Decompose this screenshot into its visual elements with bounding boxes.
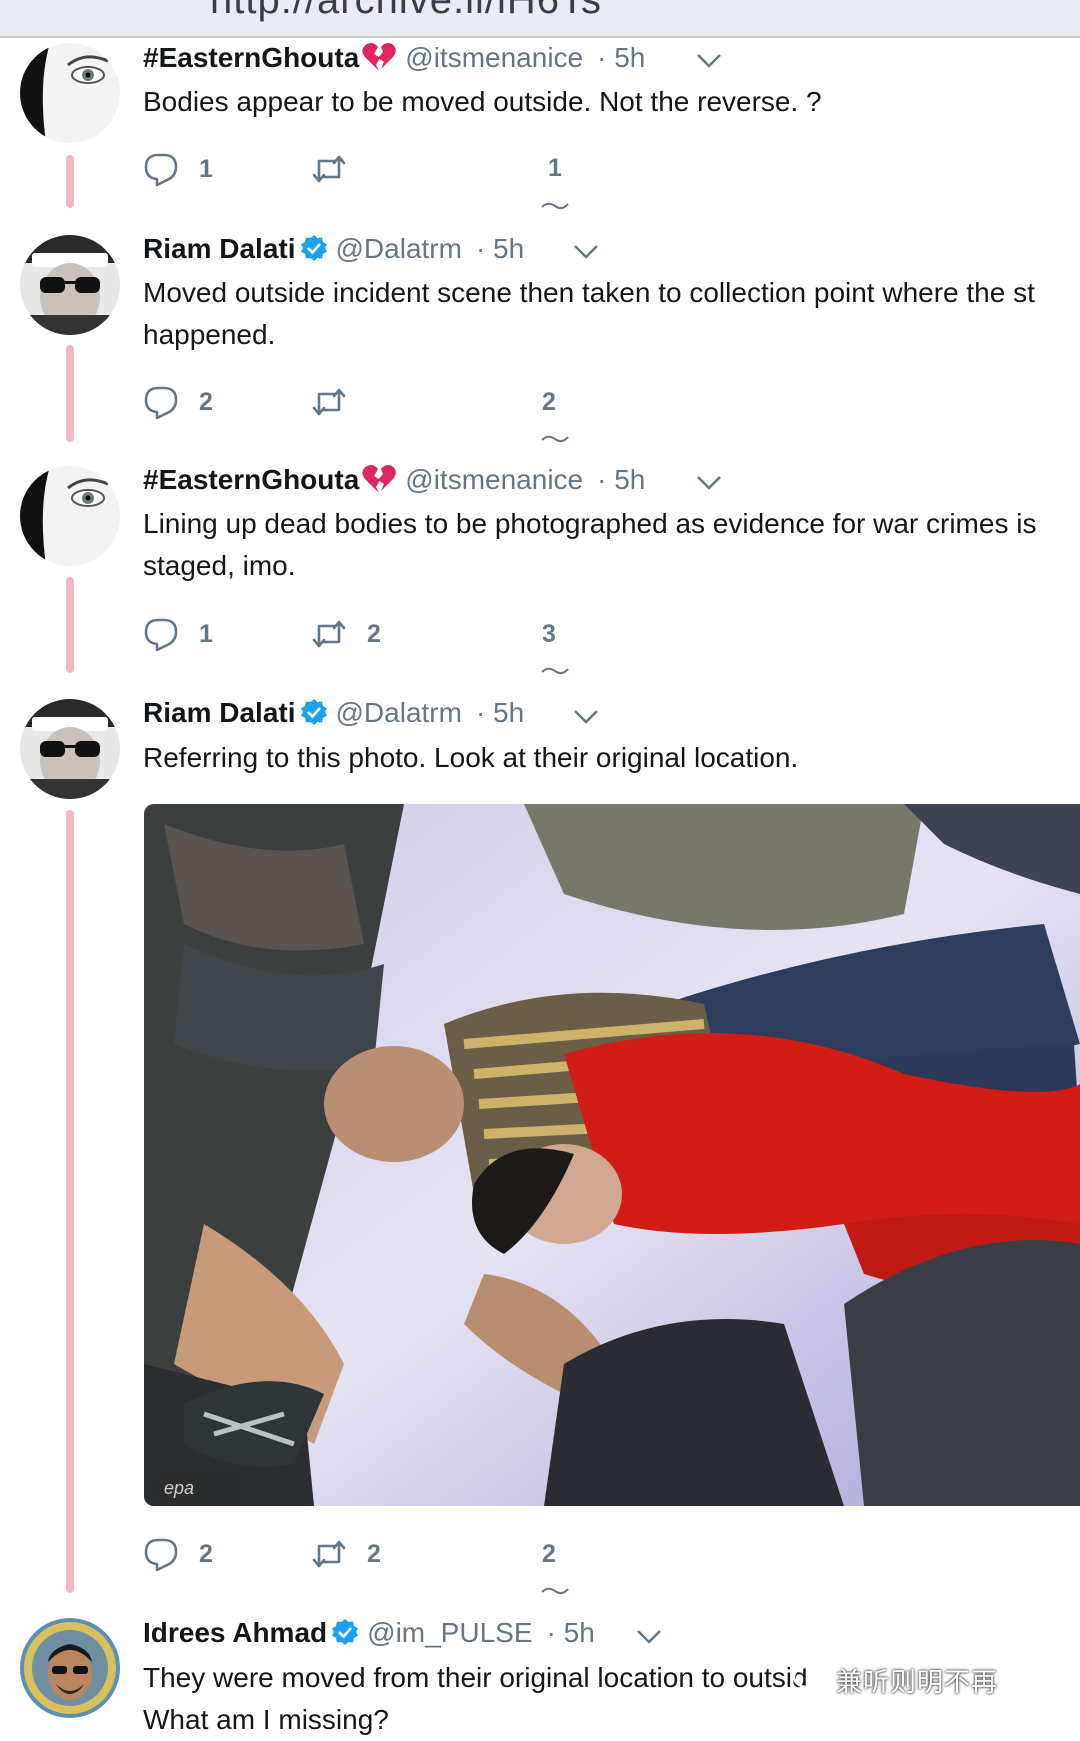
chevron-down-icon[interactable] xyxy=(696,53,722,69)
tweet-text: Lining up dead bodies to be photographed… xyxy=(143,508,1037,581)
handle[interactable]: @itsmenanice xyxy=(405,42,583,73)
watermark: 兼听则明不再 xyxy=(836,1667,999,1697)
verified-badge-icon xyxy=(300,235,327,261)
display-name[interactable]: #EasternGhouta xyxy=(143,464,359,495)
chevron-down-icon[interactable] xyxy=(636,1629,662,1645)
like-icon xyxy=(541,202,569,210)
wechat-icon xyxy=(792,1665,832,1694)
tweet-header: Riam Dalati @Dalatrm · 5h xyxy=(143,231,524,267)
retweet-icon xyxy=(312,388,346,416)
verified-badge-icon xyxy=(332,1619,359,1645)
photo-credit: epa xyxy=(164,1478,194,1498)
retweet-count: 2 xyxy=(367,1539,381,1568)
tweet-text: Referring to this photo. Look at their o… xyxy=(143,742,799,773)
thread-line xyxy=(66,155,74,208)
broken-heart-icon xyxy=(362,465,397,493)
retweet-button[interactable] xyxy=(311,149,367,189)
like-count[interactable]: 2 xyxy=(534,388,564,417)
handle[interactable]: @im_PULSE xyxy=(367,1617,532,1648)
tweet-header: Idrees Ahmad @im_PULSE · 5h xyxy=(143,1615,595,1651)
reply-icon xyxy=(144,618,178,652)
retweet-icon xyxy=(312,620,346,648)
thread-line xyxy=(66,345,74,442)
timestamp[interactable]: · 5h xyxy=(547,1617,595,1648)
like-count[interactable]: 2 xyxy=(534,1540,564,1569)
url-text: http://archive.li/lH6Ts xyxy=(210,0,603,22)
like-icon xyxy=(541,435,569,443)
chevron-down-icon[interactable] xyxy=(573,709,599,725)
tweet-photo[interactable]: epa xyxy=(144,804,1080,1506)
timestamp[interactable]: · 5h xyxy=(597,464,645,495)
tweet-actions: 1 2 xyxy=(143,614,643,654)
thread-line xyxy=(66,810,74,1593)
handle[interactable]: @Dalatrm xyxy=(336,233,462,264)
tweet-header: Riam Dalati @Dalatrm · 5h xyxy=(143,695,524,731)
timestamp[interactable]: · 5h xyxy=(597,42,645,73)
timestamp[interactable]: · 5h xyxy=(476,697,524,728)
retweet-button[interactable]: 2 xyxy=(311,614,381,654)
like-count[interactable]: 3 xyxy=(534,620,564,649)
avatar[interactable] xyxy=(20,699,120,799)
reply-count: 1 xyxy=(199,154,213,183)
url-bar[interactable]: http://archive.li/lH6Ts xyxy=(0,0,1080,38)
reply-count: 2 xyxy=(199,387,213,416)
retweet-button[interactable]: 2 xyxy=(311,1534,381,1574)
avatar[interactable] xyxy=(20,43,120,143)
timestamp[interactable]: · 5h xyxy=(476,233,524,264)
tweet-text: Bodies appear to be moved outside. Not t… xyxy=(143,86,822,117)
retweet-icon xyxy=(312,1540,346,1568)
reply-icon xyxy=(144,1538,178,1572)
retweet-count: 2 xyxy=(367,619,381,648)
reply-button[interactable]: 1 xyxy=(143,149,213,189)
avatar[interactable] xyxy=(20,466,120,566)
tweet-header: #EasternGhouta @itsmenanice · 5h xyxy=(143,462,645,498)
tweet-text: Moved outside incident scene then taken … xyxy=(143,277,1035,350)
retweet-button[interactable] xyxy=(311,382,367,422)
handle[interactable]: @itsmenanice xyxy=(405,464,583,495)
reply-button[interactable]: 2 xyxy=(143,382,213,422)
reply-button[interactable]: 1 xyxy=(143,614,213,654)
thread-line xyxy=(66,577,74,673)
display-name[interactable]: #EasternGhouta xyxy=(143,42,359,73)
tweet-actions: 2 xyxy=(143,382,643,422)
reply-button[interactable]: 2 xyxy=(143,1534,213,1574)
tweet-actions: 2 2 xyxy=(143,1534,643,1574)
avatar[interactable] xyxy=(20,1618,120,1718)
broken-heart-icon xyxy=(362,43,397,71)
reply-count: 2 xyxy=(199,1539,213,1568)
verified-badge-icon xyxy=(300,699,327,725)
reply-count: 1 xyxy=(199,619,213,648)
display-name[interactable]: Idrees Ahmad xyxy=(143,1617,327,1648)
like-icon xyxy=(541,667,569,675)
reply-icon xyxy=(144,386,178,420)
display-name[interactable]: Riam Dalati xyxy=(143,697,296,728)
reply-icon xyxy=(144,153,178,187)
retweet-icon xyxy=(312,155,346,183)
chevron-down-icon[interactable] xyxy=(573,244,599,260)
display-name[interactable]: Riam Dalati xyxy=(143,233,296,264)
tweet-header: #EasternGhouta @itsmenanice · 5h xyxy=(143,40,645,76)
like-count[interactable]: 1 xyxy=(540,154,570,183)
like-icon xyxy=(541,1587,569,1595)
avatar[interactable] xyxy=(20,235,120,335)
chevron-down-icon[interactable] xyxy=(696,475,722,491)
handle[interactable]: @Dalatrm xyxy=(336,697,462,728)
